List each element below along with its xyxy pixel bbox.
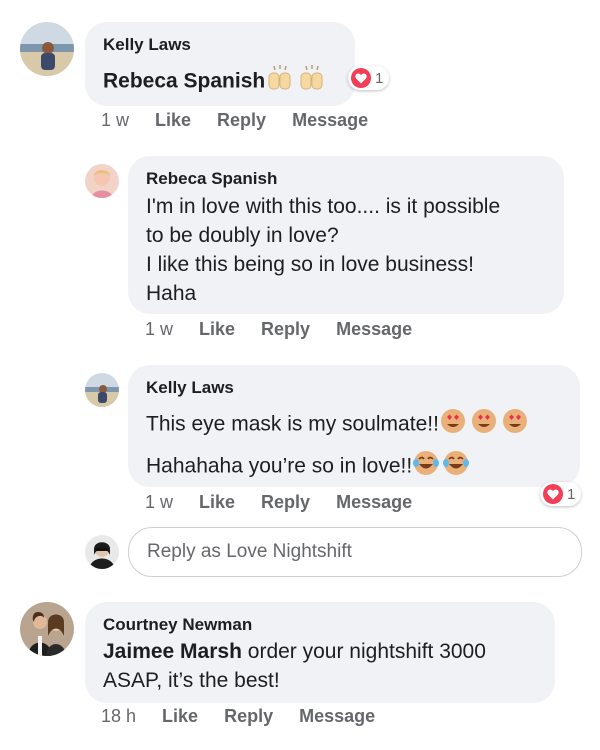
avatar-kelly-laws[interactable] (85, 373, 119, 407)
comment-line-text: ASAP, it’s the best! (103, 669, 280, 692)
like-button[interactable]: Like (162, 706, 198, 727)
reaction-count: 1 (375, 69, 384, 87)
heart-eyes-emoji-icon (439, 407, 529, 443)
comment-line-text: This eye mask is my soulmate!! (146, 412, 439, 436)
comment-bubble: Rebeca Spanish I'm in love with this too… (128, 156, 564, 314)
like-button[interactable]: Like (155, 110, 191, 131)
reply-input[interactable]: Reply as Love Nightshift (128, 527, 582, 577)
avatar-love-nightshift (85, 535, 119, 569)
comment-line: I'm in love with this too.... is it poss… (146, 195, 501, 218)
timestamp[interactable]: 1 w (101, 110, 129, 131)
like-button[interactable]: Like (199, 492, 235, 513)
reaction-badge[interactable]: 1 (348, 66, 390, 90)
comment-bubble: Kelly Laws Rebeca Spanish (85, 22, 355, 106)
comment-line: I like this being so in love business! (146, 253, 475, 276)
comment-text: I'm in love with this too.... is it poss… (146, 192, 500, 308)
comment-author[interactable]: Courtney Newman (103, 615, 252, 635)
comment-bubble: Courtney Newman Jaimee Marsh order your … (85, 602, 555, 703)
message-button[interactable]: Message (299, 706, 375, 727)
message-button[interactable]: Message (336, 319, 412, 340)
timestamp[interactable]: 1 w (145, 492, 173, 513)
tears-of-joy-emoji-icon (412, 449, 472, 485)
timestamp[interactable]: 18 h (101, 706, 136, 727)
timestamp[interactable]: 1 w (145, 319, 173, 340)
comment-author[interactable]: Kelly Laws (146, 378, 234, 398)
reaction-count: 1 (567, 485, 576, 503)
message-button[interactable]: Message (336, 492, 412, 513)
comment-text: Jaimee Marsh order your nightshift 3000 … (103, 637, 486, 695)
comment-line: Hahahaha you’re so in love!! (146, 449, 472, 485)
heart-reaction-icon (351, 68, 371, 88)
reply-button[interactable]: Reply (261, 319, 310, 340)
comment-actions: 1 w Like Reply Message (145, 319, 438, 340)
comment-line-text: order your nightshift 3000 (247, 640, 486, 663)
avatar-kelly-laws[interactable] (20, 22, 74, 76)
comment-line: Haha (146, 282, 197, 305)
comment-line: This eye mask is my soulmate!! (146, 407, 529, 443)
reply-button[interactable]: Reply (261, 492, 310, 513)
heart-reaction-icon (543, 484, 563, 504)
reply-placeholder: Reply as Love Nightshift (147, 541, 352, 562)
raising-hands-emoji-icon (265, 65, 329, 99)
reply-button[interactable]: Reply (217, 110, 266, 131)
comment-bubble: Kelly Laws This eye mask is my soulmate!… (128, 365, 580, 487)
comment-actions: 1 w Like Reply Message (101, 110, 394, 131)
mention-link[interactable]: Jaimee Marsh (103, 640, 242, 663)
comment-author[interactable]: Rebeca Spanish (146, 169, 277, 189)
comment-text: Rebeca Spanish (103, 65, 329, 99)
comment-line-text: Hahahaha you’re so in love!! (146, 454, 413, 478)
comment-author[interactable]: Kelly Laws (103, 35, 191, 55)
message-button[interactable]: Message (292, 110, 368, 131)
avatar-courtney-newman[interactable] (20, 602, 74, 656)
reply-button[interactable]: Reply (224, 706, 273, 727)
comment-line: to be doubly in love? (146, 224, 339, 247)
comment-actions: 1 w Like Reply Message (145, 492, 438, 513)
comment-actions: 18 h Like Reply Message (101, 706, 401, 727)
like-button[interactable]: Like (199, 319, 235, 340)
reaction-badge[interactable]: 1 (540, 482, 582, 506)
mention-link[interactable]: Rebeca Spanish (103, 70, 265, 93)
avatar-rebeca-spanish[interactable] (85, 164, 119, 198)
